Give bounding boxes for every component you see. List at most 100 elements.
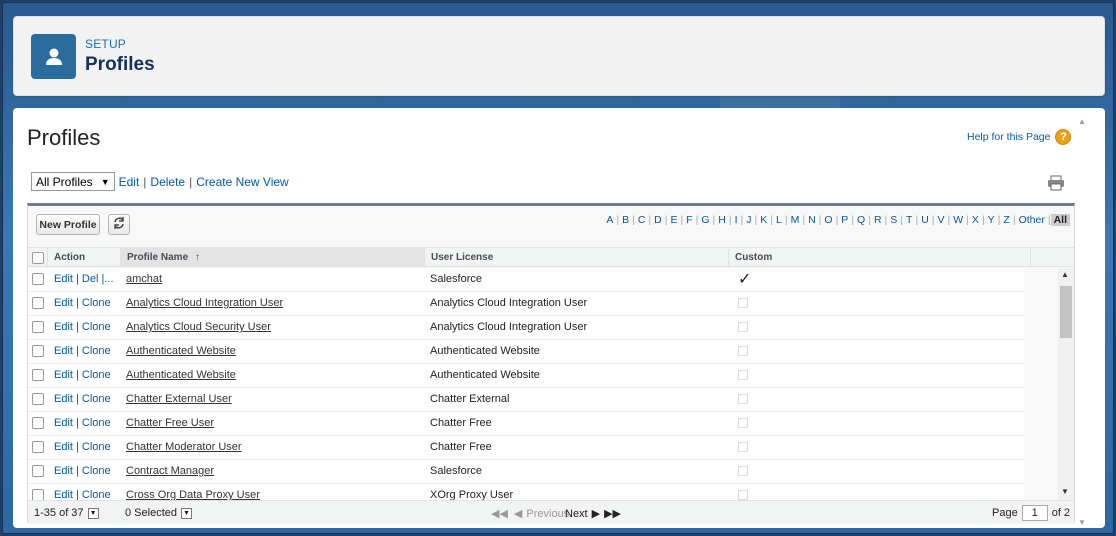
profile-name-link[interactable]: Authenticated Website <box>126 345 236 357</box>
row-checkbox[interactable] <box>32 417 44 429</box>
profile-name-link[interactable]: Cross Org Data Proxy User <box>126 489 260 500</box>
alpha-filter-q[interactable]: Q <box>854 214 868 226</box>
delete-view-link[interactable]: Delete <box>150 175 185 189</box>
alpha-filter-t[interactable]: T <box>903 214 915 226</box>
next-label[interactable]: Next <box>565 508 588 520</box>
selected-count[interactable]: 0 Selected ▼ <box>125 507 192 519</box>
row-actions[interactable]: Edit | Clone <box>54 369 111 381</box>
last-page-icon[interactable]: ▶▶ <box>604 507 621 520</box>
row-actions[interactable]: Edit | Clone <box>54 441 111 453</box>
scroll-up-icon[interactable]: ▲ <box>1061 270 1069 279</box>
alpha-filter-g[interactable]: G <box>698 214 712 226</box>
row-checkbox[interactable] <box>32 297 44 309</box>
alpha-filter-w[interactable]: W <box>950 214 966 226</box>
scrollbar-thumb[interactable] <box>1060 286 1072 338</box>
row-actions[interactable]: Edit | Clone <box>54 321 111 333</box>
custom-checkbox-disabled <box>738 394 748 404</box>
profile-name-link[interactable]: Analytics Cloud Integration User <box>126 297 283 309</box>
alpha-filter-r[interactable]: R <box>871 214 885 226</box>
pagination-next[interactable]: Next ▶ ▶▶ <box>565 507 621 521</box>
row-checkbox[interactable] <box>32 273 44 285</box>
dropdown-arrow-icon[interactable]: ▼ <box>87 507 99 519</box>
printer-icon[interactable] <box>1047 175 1065 194</box>
alpha-filter-x[interactable]: X <box>969 214 982 226</box>
alpha-filter-y[interactable]: Y <box>985 214 998 226</box>
row-actions[interactable]: Edit | Clone <box>54 393 111 405</box>
alpha-filter-m[interactable]: M <box>788 214 803 226</box>
profile-name-link[interactable]: Analytics Cloud Security User <box>126 321 271 333</box>
row-checkbox[interactable] <box>32 369 44 381</box>
scroll-down-icon[interactable]: ▼ <box>1061 487 1069 496</box>
column-user-license[interactable]: User License <box>425 248 729 267</box>
dropdown-arrow-icon[interactable]: ▼ <box>180 507 192 519</box>
row-actions[interactable]: Edit | Clone <box>54 345 111 357</box>
page-scrollbar[interactable]: ▲ ▼ <box>1077 117 1087 527</box>
row-checkbox[interactable] <box>32 321 44 333</box>
alpha-filter-e[interactable]: E <box>667 214 680 226</box>
view-select[interactable]: All Profiles ▼ <box>31 172 115 191</box>
select-all-checkbox[interactable] <box>32 252 44 264</box>
row-checkbox[interactable] <box>32 465 44 477</box>
user-icon <box>31 34 76 79</box>
page-scroll-up-icon[interactable]: ▲ <box>1078 117 1086 126</box>
next-icon[interactable]: ▶ <box>592 507 600 520</box>
row-actions[interactable]: Edit | Clone <box>54 417 111 429</box>
page-input[interactable]: 1 <box>1021 505 1048 521</box>
alpha-filter-i[interactable]: I <box>732 214 741 226</box>
profile-name-link[interactable]: Chatter External User <box>126 393 232 405</box>
profile-name-link[interactable]: Contract Manager <box>126 465 214 477</box>
refresh-button[interactable] <box>108 214 130 235</box>
alpha-filter-f[interactable]: F <box>683 214 695 226</box>
alpha-filter-c[interactable]: C <box>635 214 649 226</box>
alpha-filter-other[interactable]: Other <box>1016 214 1048 226</box>
record-range[interactable]: 1-35 of 37 ▼ <box>34 507 99 519</box>
help-icon[interactable]: ? <box>1055 129 1072 145</box>
alpha-filter-k[interactable]: K <box>757 214 770 226</box>
custom-checkbox-disabled <box>738 442 748 452</box>
row-checkbox[interactable] <box>32 489 44 500</box>
alpha-filter-n[interactable]: N <box>805 214 819 226</box>
edit-view-link[interactable]: Edit <box>119 175 140 189</box>
alpha-filter-v[interactable]: V <box>935 214 948 226</box>
alpha-filter-l[interactable]: L <box>773 214 785 226</box>
row-actions[interactable]: Edit | Clone <box>54 489 111 500</box>
alpha-filter-h[interactable]: H <box>715 214 729 226</box>
new-profile-button[interactable]: New Profile <box>36 214 100 235</box>
row-checkbox[interactable] <box>32 393 44 405</box>
user-license: Analytics Cloud Integration User <box>430 297 588 309</box>
custom-checkbox-disabled <box>738 490 748 500</box>
row-actions[interactable]: Edit | Clone <box>54 297 111 309</box>
row-actions[interactable]: Edit | Clone <box>54 465 111 477</box>
alpha-filter-s[interactable]: S <box>887 214 900 226</box>
alpha-filter-p[interactable]: P <box>838 214 851 226</box>
alpha-filter-b[interactable]: B <box>619 214 632 226</box>
column-custom[interactable]: Custom <box>729 248 1031 267</box>
profile-name-link[interactable]: Chatter Free User <box>126 417 214 429</box>
setup-header: SETUP Profiles <box>13 16 1105 96</box>
profile-name-link[interactable]: Chatter Moderator User <box>126 441 242 453</box>
table-scrollbar[interactable]: ▲ ▼ <box>1058 268 1074 500</box>
page-scroll-down-icon[interactable]: ▼ <box>1078 518 1086 527</box>
row-checkbox[interactable] <box>32 441 44 453</box>
help-link[interactable]: Help for this Page ? <box>967 129 1072 145</box>
column-profile-name[interactable]: Profile Name ↑ <box>121 248 425 267</box>
alpha-filter-o[interactable]: O <box>821 214 835 226</box>
app-frame: SETUP Profiles Profiles Help for this Pa… <box>2 2 1114 534</box>
alpha-filter-j[interactable]: J <box>743 214 754 226</box>
previous-icon: ◀ <box>513 508 523 520</box>
help-link-label[interactable]: Help for this Page <box>967 131 1050 143</box>
alphabet-filter: A | B | C | D | E | F | G | H | I | J | K | L | M | N | O | P | Q | R | S | T |… <box>603 214 1070 226</box>
table-row: Edit | Clone Authenticated Website Authent… <box>28 340 1024 364</box>
row-checkbox[interactable] <box>32 345 44 357</box>
profile-name-link[interactable]: Authenticated Website <box>126 369 236 381</box>
profile-name-link[interactable]: amchat <box>126 273 162 285</box>
user-license: Analytics Cloud Integration User <box>430 321 588 333</box>
alpha-filter-a[interactable]: A <box>603 214 616 226</box>
alpha-filter-d[interactable]: D <box>651 214 665 226</box>
alpha-filter-z[interactable]: Z <box>1000 214 1012 226</box>
alpha-filter-u[interactable]: U <box>918 214 932 226</box>
alpha-filter-all[interactable]: All <box>1050 214 1070 226</box>
user-license: Chatter External <box>430 393 510 405</box>
create-view-link[interactable]: Create New View <box>196 175 288 189</box>
row-actions[interactable]: Edit | Del |... <box>54 273 114 285</box>
